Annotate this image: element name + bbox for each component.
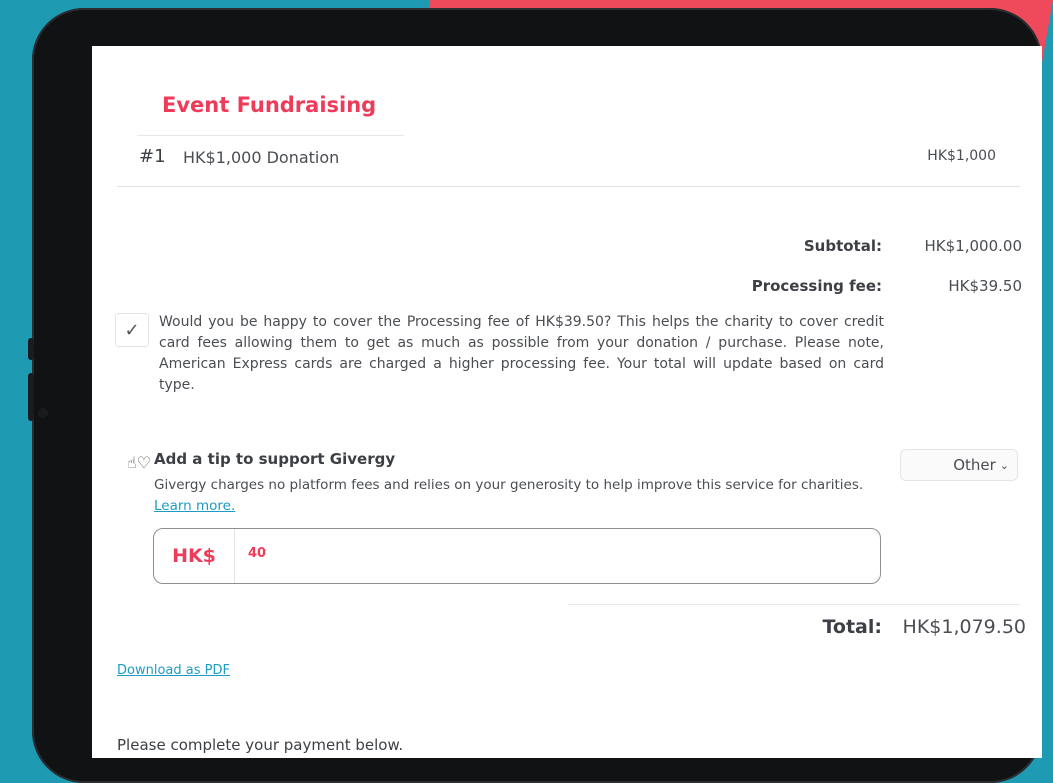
tip-input-group: HK$ [153,528,881,584]
tip-description: Givergy charges no platform fees and rel… [154,475,884,517]
tip-amount-select[interactable]: Other ⌄ [900,449,1018,481]
total-value: HK$1,079.50 [902,616,1026,638]
total-divider [568,604,1020,605]
tip-title: Add a tip to support Givergy [154,450,396,468]
total-label: Total: [822,616,882,638]
section-title: Event Fundraising [162,93,377,117]
learn-more-link[interactable]: Learn more. [154,498,235,514]
cover-fee-text: Would you be happy to cover the Processi… [159,314,884,393]
tip-currency-label: HK$ [154,529,235,583]
tip-amount-input[interactable] [246,545,850,562]
tablet-frame: Event Fundraising #1 HK$1,000 Donation H… [28,8,1042,783]
item-price: HK$1,000 [927,148,996,164]
item-label: HK$1,000 Donation [183,148,340,167]
download-pdf-link[interactable]: Download as PDF [117,663,230,678]
row-divider [117,186,1020,187]
chevron-down-icon: ⌄ [999,458,1009,472]
tablet-side-button [28,338,34,360]
subtotal-value: HK$1,000.00 [924,237,1022,255]
processing-fee-value: HK$39.50 [948,277,1022,295]
tip-select-value: Other [953,456,996,474]
checkmark-icon: ✓ [124,319,140,341]
title-underline [137,135,404,136]
tip-description-text: Givergy charges no platform fees and rel… [154,477,864,493]
line-item-row: #1 HK$1,000 Donation HK$1,000 [139,146,1019,170]
payment-note: Please complete your payment below. [117,736,404,754]
tablet-volume-button [28,373,34,421]
hand-heart-icon: ☝♡ [127,453,152,472]
checkout-screen: Event Fundraising #1 HK$1,000 Donation H… [92,46,1042,758]
cover-fee-checkbox[interactable]: ✓ [115,313,149,347]
tablet-camera-icon [38,408,48,418]
processing-fee-label: Processing fee: [751,277,882,295]
item-number: #1 [139,146,166,167]
subtotal-label: Subtotal: [803,237,882,255]
